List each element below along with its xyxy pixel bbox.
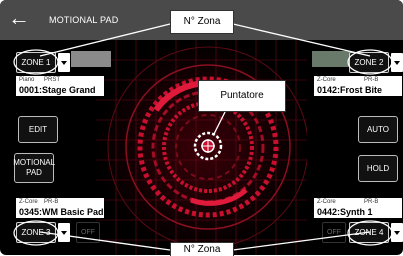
zone-1-bank: PRST: [44, 77, 61, 83]
zone-3-category: Z-Core: [19, 199, 38, 205]
zone-4-category: Z-Core: [317, 199, 336, 205]
edit-button[interactable]: EDIT: [18, 116, 58, 143]
zone-3-off-toggle[interactable]: OFF: [76, 222, 100, 243]
zone-4-button[interactable]: ZONE 4: [349, 222, 389, 243]
zone-2-tone[interactable]: Z-Core PR-B 0142:Frost Bite: [314, 76, 402, 96]
zone-4-tone-name: 0442:Synth 1: [317, 207, 373, 217]
synth-thumbnail-icon: [312, 51, 352, 67]
zone-3-tone-name: 0345:WM Basic Pad: [19, 207, 104, 217]
zone-4-tone[interactable]: Z-Core PR-B 0442:Synth 1: [314, 198, 402, 218]
zone-4-off-toggle[interactable]: OFF: [322, 222, 346, 243]
back-arrow-icon[interactable]: ←: [4, 4, 34, 34]
zone-3-dropdown[interactable]: [58, 223, 70, 242]
motional-pad-area[interactable]: [96, 40, 307, 255]
zone-2-bank: PR-B: [364, 77, 379, 83]
zone-1-button[interactable]: ZONE 1: [16, 52, 56, 73]
zone-2-dropdown[interactable]: [391, 53, 403, 72]
zone-1-tone[interactable]: Piano PRST 0001:Stage Grand: [16, 76, 104, 96]
motional-pad-screen: ← MOTIONAL PAD ZONE 1 Piano PRST 0001:St…: [0, 0, 403, 255]
zone-3-tone[interactable]: Z-Core PR-B 0345:WM Basic Pad: [16, 198, 104, 218]
callout-zone-number-top: N° Zona: [170, 10, 234, 34]
zone-4-dropdown[interactable]: [391, 223, 403, 242]
motional-pad-button[interactable]: MOTIONAL PAD: [13, 153, 55, 183]
callout-zone-number-bottom: N° Zona: [170, 242, 234, 256]
zone-1-dropdown[interactable]: [58, 53, 70, 72]
auto-button[interactable]: AUTO: [358, 116, 398, 143]
piano-thumbnail-icon: [71, 51, 111, 67]
zone-3-bank: PR-B: [44, 199, 59, 205]
zone-3-button[interactable]: ZONE 3: [16, 222, 56, 243]
hold-button[interactable]: HOLD: [358, 155, 398, 182]
zone-1-tone-name: 0001:Stage Grand: [19, 85, 96, 95]
zone-2-button[interactable]: ZONE 2: [349, 52, 389, 73]
callout-pointer: Puntatore: [198, 80, 286, 112]
zone-1-category: Piano: [19, 77, 35, 83]
zone-2-category: Z-Core: [317, 77, 336, 83]
zone-4-bank: PR-B: [364, 199, 379, 205]
zone-2-tone-name: 0142:Frost Bite: [317, 85, 383, 95]
page-title: MOTIONAL PAD: [49, 15, 119, 25]
